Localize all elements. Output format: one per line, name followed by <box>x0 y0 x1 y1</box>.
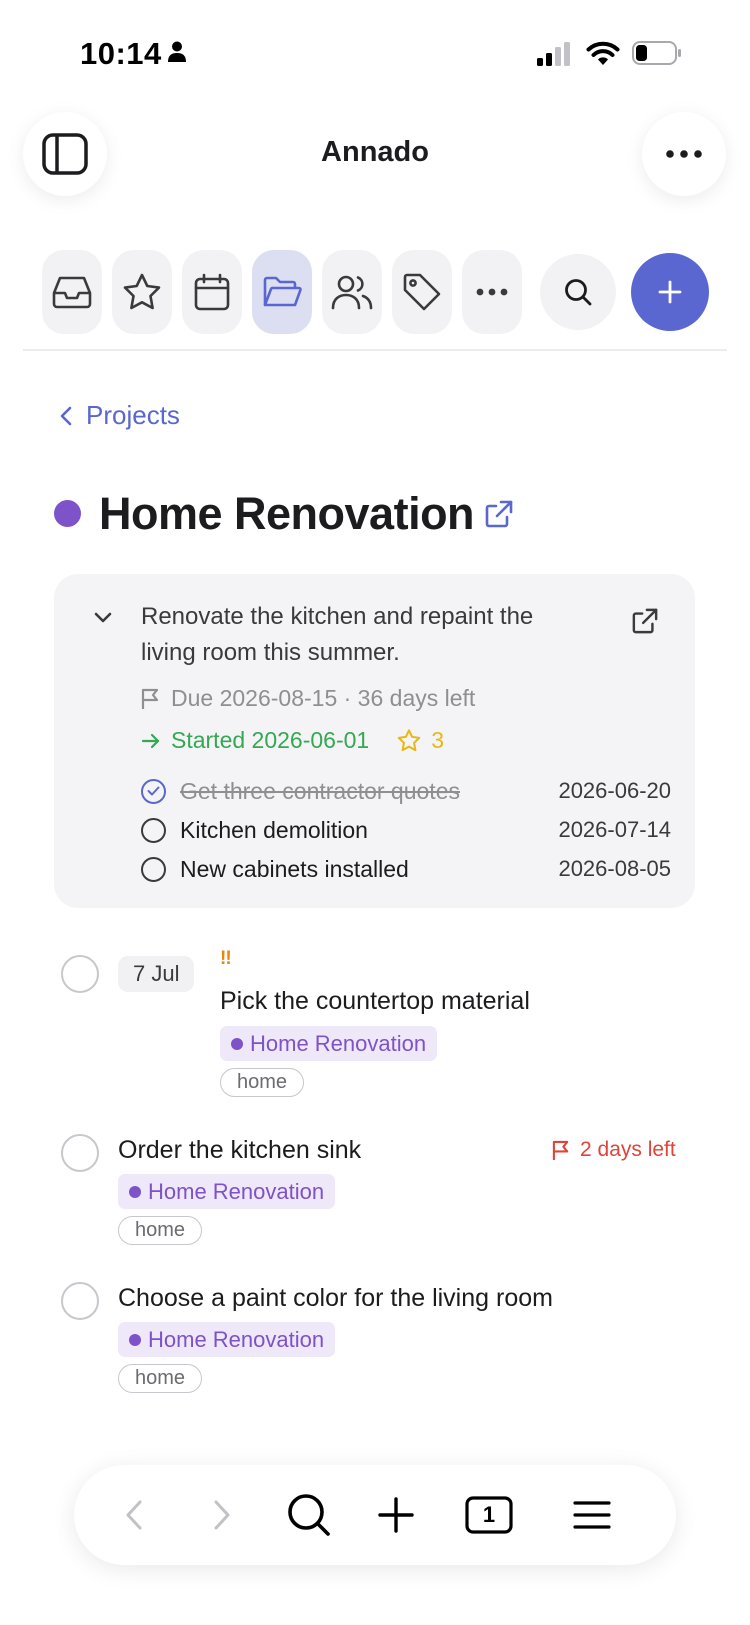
back-button[interactable] <box>114 1465 154 1565</box>
task-project-chip[interactable]: Home Renovation <box>118 1174 336 1209</box>
milestone-checkbox-checked[interactable] <box>141 778 166 804</box>
back-icon <box>126 1500 142 1530</box>
project-color-dot <box>129 1333 141 1346</box>
browser-menu-button[interactable] <box>572 1465 612 1565</box>
project-color-dot <box>129 1185 141 1198</box>
project-details-card: Renovate the kitchen and repaint the liv… <box>54 574 695 908</box>
forward-button[interactable] <box>202 1465 242 1565</box>
project-due-row: Due 2026-08-15 · 36 days left <box>141 685 475 712</box>
chevron-left-icon <box>60 406 72 425</box>
flag-icon <box>141 688 159 709</box>
task-tag-chip[interactable]: home <box>220 1068 305 1097</box>
more-options-button[interactable] <box>642 112 726 196</box>
new-tab-button[interactable] <box>376 1465 416 1565</box>
person-icon <box>168 41 186 62</box>
browser-search-button[interactable] <box>284 1465 334 1565</box>
app-title: Annado <box>321 136 429 168</box>
plus-icon <box>658 280 682 304</box>
browser-bottom-bar: 1 <box>74 1465 676 1565</box>
checkmark-icon <box>147 786 160 796</box>
tool-people[interactable] <box>322 250 382 334</box>
tool-projects[interactable] <box>252 250 312 334</box>
tool-starred[interactable] <box>112 250 172 334</box>
wifi-icon <box>586 41 620 65</box>
milestone-date: 2026-07-14 <box>558 817 671 842</box>
task-project-label: Home Renovation <box>250 1030 427 1056</box>
task-deadline-text: 2 days left <box>580 1138 676 1161</box>
external-link-icon[interactable] <box>632 608 658 634</box>
milestone-date: 2026-08-05 <box>558 856 671 881</box>
project-color-dot <box>54 500 81 527</box>
folder-open-icon <box>263 276 302 307</box>
battery-icon <box>632 41 681 65</box>
task-project-label: Home Renovation <box>148 1326 325 1352</box>
task-project-label: Home Renovation <box>148 1178 325 1204</box>
breadcrumb-label: Projects <box>86 400 180 430</box>
milestone-title: Get three contractor quotes <box>180 777 460 804</box>
project-stars: 3 <box>397 727 444 754</box>
project-start-row: Started 2026-06-01 3 <box>141 727 444 754</box>
task-project-chip[interactable]: Home Renovation <box>118 1322 336 1357</box>
milestone-row[interactable]: Kitchen demolition 2026-07-14 <box>141 814 671 846</box>
search-button[interactable] <box>540 254 616 330</box>
forward-icon <box>214 1500 230 1530</box>
external-link-icon[interactable] <box>485 500 513 528</box>
tool-more[interactable] <box>462 250 522 334</box>
tool-tags[interactable] <box>392 250 452 334</box>
project-due-text: Due 2026-08-15 · 36 days left <box>171 685 476 711</box>
status-time: 10:14 <box>80 36 162 71</box>
search-icon <box>565 279 592 306</box>
milestone-checkbox[interactable] <box>141 817 166 843</box>
ellipsis-icon <box>666 150 702 158</box>
toolbar <box>0 250 750 334</box>
task-project-chip[interactable]: Home Renovation <box>220 1026 438 1061</box>
tag-icon <box>403 273 441 311</box>
tool-inbox[interactable] <box>42 250 102 334</box>
project-description: Renovate the kitchen and repaint the liv… <box>141 603 534 666</box>
search-icon <box>288 1494 330 1536</box>
breadcrumb[interactable]: Projects <box>60 400 180 431</box>
milestone-title: Kitchen demolition <box>180 816 368 843</box>
tab-count: 1 <box>482 1502 496 1527</box>
ellipsis-icon <box>476 288 508 296</box>
task-title[interactable]: Pick the countertop material <box>220 987 530 1016</box>
menu-icon <box>573 1501 611 1529</box>
star-icon <box>123 273 161 310</box>
task-checkbox[interactable] <box>61 1282 99 1320</box>
cellular-signal-icon <box>537 42 570 66</box>
project-started-text: Started 2026-06-01 <box>171 727 370 753</box>
milestone-checkbox[interactable] <box>141 856 166 882</box>
tabs-button[interactable]: 1 <box>464 1465 514 1565</box>
inbox-icon <box>52 276 92 309</box>
add-button[interactable] <box>631 253 709 331</box>
project-stars-count: 3 <box>431 727 444 753</box>
milestone-date: 2026-06-20 <box>558 778 671 803</box>
star-icon <box>397 729 421 752</box>
task-checkbox[interactable] <box>61 1134 99 1172</box>
task-deadline: 2 days left <box>552 1138 676 1162</box>
milestone-title: New cabinets installed <box>180 855 409 882</box>
project-title: Home Renovation <box>99 488 475 539</box>
project-color-dot <box>231 1037 243 1050</box>
tabs-icon: 1 <box>465 1496 513 1534</box>
milestone-row[interactable]: Get three contractor quotes 2026-06-20 <box>141 775 671 807</box>
flag-icon <box>552 1140 569 1160</box>
tool-calendar[interactable] <box>182 250 242 334</box>
task-priority: !! <box>220 948 232 969</box>
task-tag-chip[interactable]: home <box>118 1364 203 1393</box>
toolbar-divider <box>23 349 727 351</box>
people-icon <box>331 275 373 310</box>
milestone-row[interactable]: New cabinets installed 2026-08-05 <box>141 853 671 885</box>
plus-icon <box>378 1497 414 1533</box>
task-checkbox[interactable] <box>61 955 99 993</box>
task-title[interactable]: Order the kitchen sink <box>118 1136 361 1165</box>
calendar-icon <box>194 273 230 311</box>
status-bar: 10:14 <box>0 0 750 100</box>
chevron-down-icon[interactable] <box>94 612 112 623</box>
task-date-chip: 7 Jul <box>118 956 195 992</box>
task-tag-chip[interactable]: home <box>118 1216 203 1245</box>
arrow-right-icon <box>141 733 160 748</box>
task-title[interactable]: Choose a paint color for the living room <box>118 1284 553 1313</box>
